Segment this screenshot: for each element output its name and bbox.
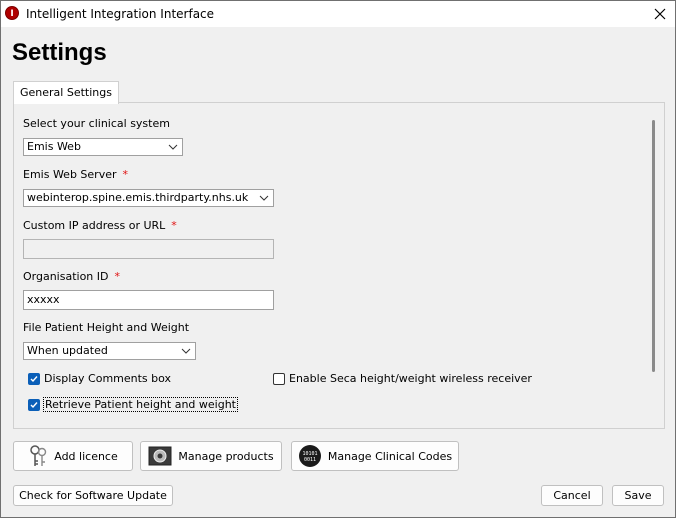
- settings-window: I Intelligent Integration Interface Sett…: [0, 0, 676, 518]
- retrieve-height-weight-checkbox[interactable]: [28, 399, 40, 411]
- cancel-button[interactable]: Cancel: [541, 485, 603, 506]
- checkmark-icon: [30, 376, 38, 383]
- manage-products-button[interactable]: Manage products: [140, 441, 282, 471]
- height-weight-value: When updated: [27, 344, 108, 357]
- app-logo-icon: I: [5, 6, 19, 20]
- add-licence-button[interactable]: Add licence: [13, 441, 133, 471]
- manage-clinical-codes-button[interactable]: 10101 0011 Manage Clinical Codes: [291, 441, 459, 471]
- clinical-system-value: Emis Web: [27, 140, 81, 153]
- height-weight-label: File Patient Height and Weight: [23, 321, 190, 334]
- custom-ip-input[interactable]: [23, 239, 274, 259]
- web-server-label-text: Emis Web Server: [23, 168, 117, 181]
- checkmark-icon: [30, 402, 38, 409]
- web-server-select[interactable]: webinterop.spine.emis.thirdparty.nhs.uk: [23, 189, 274, 207]
- custom-ip-label: Custom IP address or URL *: [23, 219, 177, 232]
- web-server-label: Emis Web Server *: [23, 168, 128, 181]
- chevron-down-icon: [259, 195, 269, 201]
- chevron-down-icon: [181, 348, 191, 354]
- panel-scrollbar[interactable]: [652, 120, 655, 372]
- add-licence-label: Add licence: [54, 449, 118, 463]
- check-software-update-button[interactable]: Check for Software Update: [13, 485, 173, 506]
- title-bar: I Intelligent Integration Interface: [1, 1, 675, 27]
- products-icon: [148, 446, 172, 466]
- window-title: Intelligent Integration Interface: [26, 7, 215, 21]
- chevron-down-icon: [168, 144, 178, 150]
- web-server-value: webinterop.spine.emis.thirdparty.nhs.uk: [27, 191, 249, 204]
- clinical-system-label: Select your clinical system: [23, 117, 170, 130]
- required-marker: *: [114, 270, 121, 283]
- seca-checkbox[interactable]: [273, 373, 285, 385]
- org-id-label-text: Organisation ID: [23, 270, 109, 283]
- required-marker: *: [171, 219, 177, 232]
- binary-codes-icon: 10101 0011: [298, 444, 322, 468]
- tab-general-settings[interactable]: General Settings: [13, 81, 119, 104]
- svg-text:0011: 0011: [304, 457, 316, 463]
- manage-products-label: Manage products: [178, 449, 274, 463]
- height-weight-select[interactable]: When updated: [23, 342, 196, 360]
- clinical-system-select[interactable]: Emis Web: [23, 138, 183, 156]
- required-marker: *: [122, 168, 129, 181]
- retrieve-height-weight-label: Retrieve Patient height and weight: [43, 397, 238, 412]
- page-title: Settings: [12, 39, 107, 66]
- display-comments-checkbox[interactable]: [28, 373, 40, 385]
- custom-ip-label-text: Custom IP address or URL: [23, 219, 166, 232]
- display-comments-label: Display Comments box: [44, 372, 172, 385]
- org-id-input[interactable]: xxxxx: [23, 290, 274, 310]
- keys-icon: [28, 444, 48, 468]
- close-button[interactable]: [645, 1, 675, 27]
- save-button[interactable]: Save: [612, 485, 664, 506]
- seca-label: Enable Seca height/weight wireless recei…: [289, 372, 532, 385]
- org-id-label: Organisation ID *: [23, 270, 120, 283]
- close-icon: [654, 8, 666, 20]
- manage-clinical-codes-label: Manage Clinical Codes: [327, 449, 453, 463]
